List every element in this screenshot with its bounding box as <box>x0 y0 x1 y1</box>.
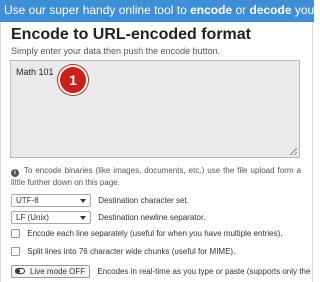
banner-encode-text: encode <box>190 3 233 17</box>
charset-select-value: UTF-8 <box>16 196 39 205</box>
newline-row: LF (Unix) Destination newline separator. <box>11 211 205 224</box>
chevron-down-icon <box>80 216 86 220</box>
split-lines-label: Split lines into 76 character wide chunk… <box>27 247 236 257</box>
each-line-label: Encode each line separately (useful for … <box>27 229 283 239</box>
each-line-checkbox[interactable] <box>11 229 20 239</box>
newline-label: Destination newline separator. <box>98 213 206 222</box>
annotation-badge: 1 <box>58 65 88 95</box>
top-banner: Use our super handy online tool to encod… <box>0 0 314 22</box>
newline-select[interactable]: LF (Unix) <box>11 211 91 224</box>
info-icon: i <box>11 169 19 177</box>
encode-panel: Encode to URL-encoded format Simply ente… <box>0 22 313 282</box>
binary-info-note: i To encode binaries (like images, docum… <box>11 165 301 188</box>
chevron-down-icon <box>80 199 86 203</box>
banner-prefix: Use our super handy online tool to <box>4 3 191 17</box>
page-subtitle: Simply enter your data then push the enc… <box>11 46 221 56</box>
resize-grip-icon[interactable] <box>290 148 297 155</box>
banner-decode-text: decode <box>249 3 292 17</box>
data-input-textarea[interactable]: Math 101 <box>10 60 300 158</box>
binary-info-text: To encode binaries (like images, documen… <box>11 166 302 187</box>
charset-row: UTF-8 Destination character set. <box>11 194 189 207</box>
newline-select-value: LF (Unix) <box>16 213 49 222</box>
split-lines-row: Split lines into 76 character wide chunk… <box>11 247 236 257</box>
charset-select[interactable]: UTF-8 <box>11 194 91 207</box>
split-lines-checkbox[interactable] <box>11 247 20 257</box>
each-line-row: Encode each line separately (useful for … <box>11 229 283 239</box>
banner-middle: or <box>232 3 250 17</box>
banner-suffix: your data. <box>294 3 314 17</box>
toggle-off-icon <box>15 268 25 274</box>
data-input-value: Math 101 <box>16 67 54 77</box>
charset-label: Destination character set. <box>98 196 189 205</box>
page-title: Encode to URL-encoded format <box>11 26 252 43</box>
